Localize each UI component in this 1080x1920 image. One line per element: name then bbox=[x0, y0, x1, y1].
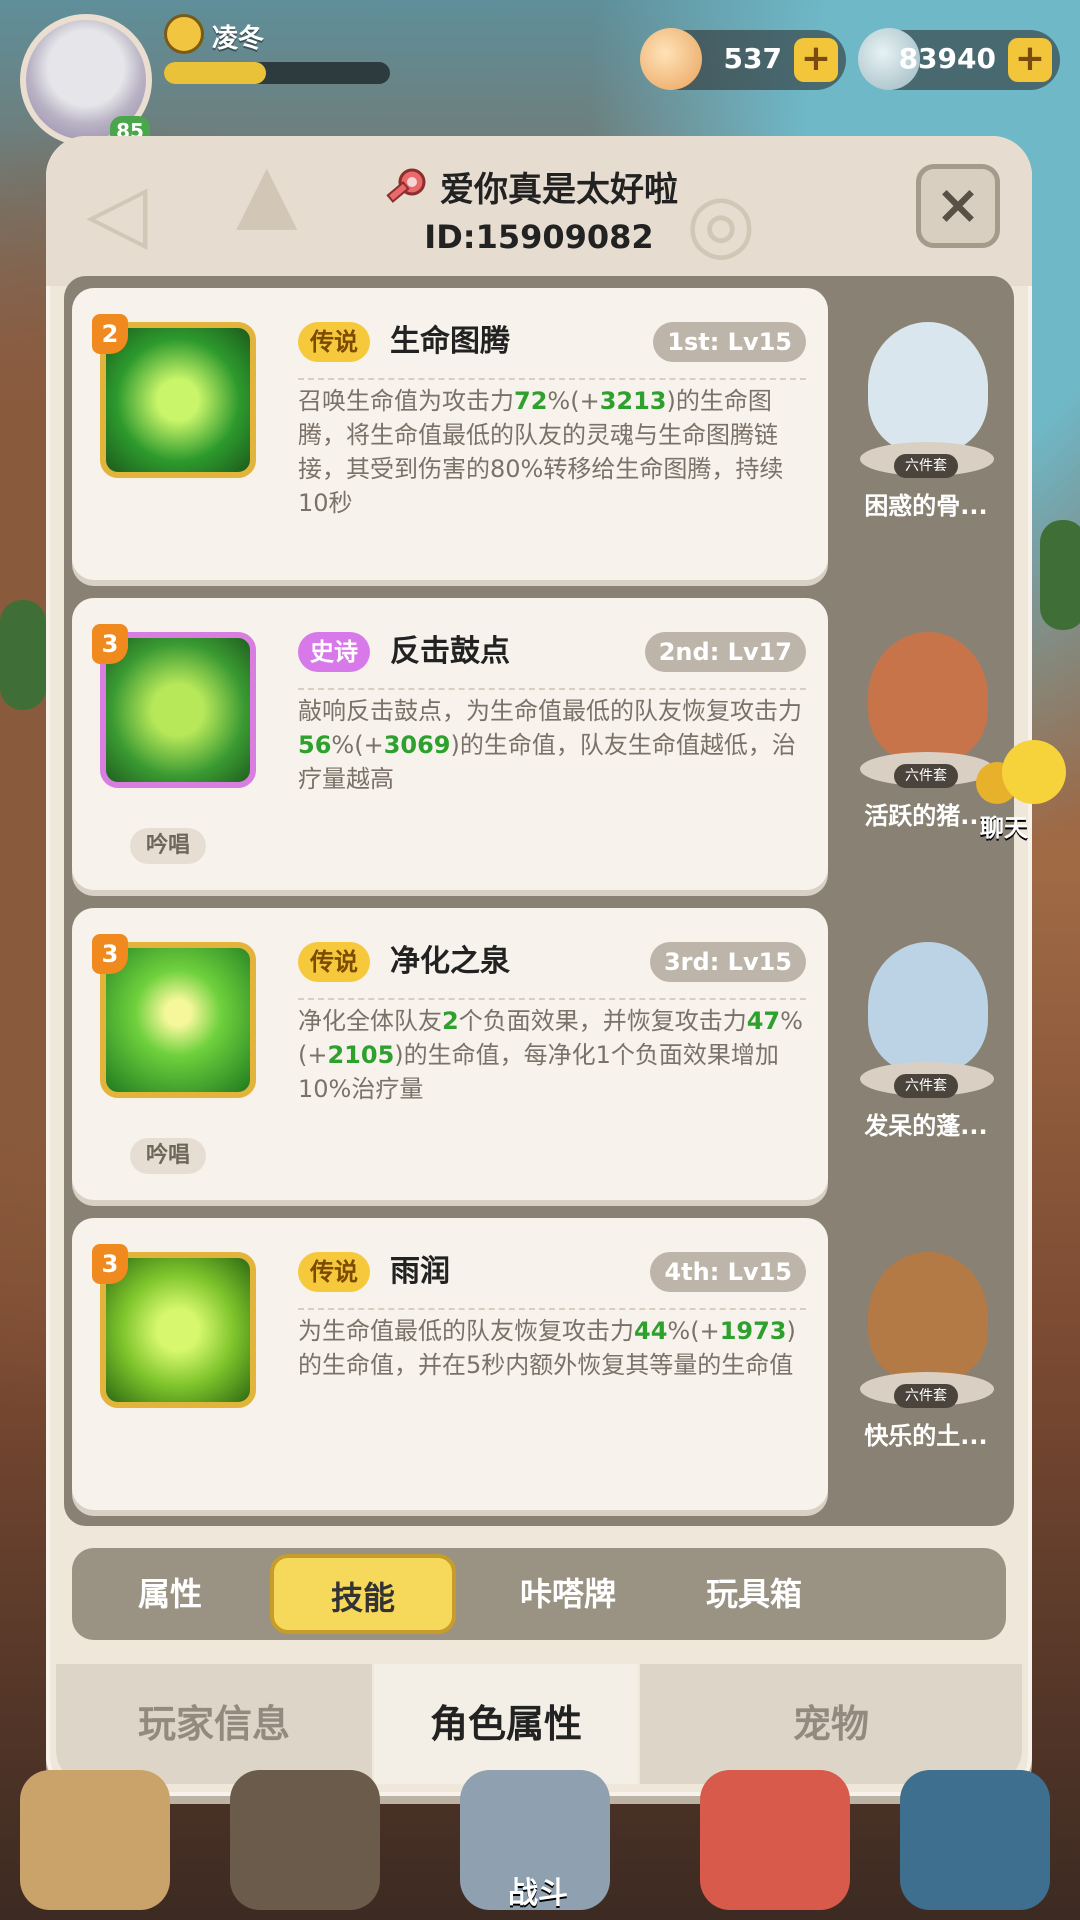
skill-rank-level: 3rd: Lv15 bbox=[649, 942, 806, 982]
skill-name: 反击鼓点 bbox=[390, 634, 510, 669]
divider bbox=[298, 998, 806, 1000]
pet-figure bbox=[868, 322, 988, 452]
chat-face-icon bbox=[1002, 740, 1066, 804]
skill-level-badge: 3 bbox=[92, 1244, 128, 1284]
player-avatar[interactable]: 85 bbox=[20, 14, 152, 146]
add-clam-button[interactable]: + bbox=[1008, 38, 1052, 82]
pet-slot[interactable]: 六件套发呆的蓬... bbox=[838, 912, 1014, 1184]
currency-shell: 537 + bbox=[640, 28, 846, 90]
top-bar: 85 凌冬 537 + 83940 + bbox=[0, 0, 1080, 146]
skill-description-text: 为生命值最低的队友恢复攻击力 bbox=[298, 1317, 634, 1345]
pet-set-tag: 六件套 bbox=[894, 1074, 958, 1098]
skill-description: 召唤生命值为攻击力72%(+3213)的生命图腾，将生命值最低的队友的灵魂与生命… bbox=[298, 384, 812, 520]
skill-value-highlight: 3213 bbox=[599, 387, 667, 415]
skill-value-highlight: 2 bbox=[442, 1007, 459, 1035]
pet-figure bbox=[868, 942, 988, 1072]
skill-category-tabs: 属性 技能 咔嗒牌 玩具箱 bbox=[72, 1548, 1006, 1640]
cactus-decoration bbox=[1040, 520, 1080, 630]
nav-character-1[interactable] bbox=[20, 1770, 170, 1910]
currency-clam-value: 83940 bbox=[898, 42, 996, 75]
chant-tag: 吟唱 bbox=[130, 1138, 207, 1174]
chat-label: 聊天 bbox=[980, 814, 1028, 842]
skill-card[interactable]: 3 传说 净化之泉 3rd: Lv15 净化全体队友2个负面效果，并恢复攻击力47%(+… bbox=[72, 908, 828, 1200]
divider bbox=[298, 378, 806, 380]
skill-level-badge: 2 bbox=[92, 314, 128, 354]
skill-value-highlight: 72 bbox=[514, 387, 548, 415]
skill-description-text: %(+ bbox=[547, 387, 600, 415]
pet-name: 困惑的骨... bbox=[864, 492, 988, 520]
skill-description-text: %(+ bbox=[331, 731, 384, 759]
pet-slot[interactable]: 六件套快乐的土... bbox=[838, 1222, 1014, 1494]
skill-rank-level: 1st: Lv15 bbox=[653, 322, 806, 362]
skill-description: 净化全体队友2个负面效果，并恢复攻击力47%(+2105)的生命值，每净化1个负… bbox=[298, 1004, 812, 1106]
player-xp-bar bbox=[164, 62, 390, 84]
pet-figure bbox=[868, 1252, 988, 1382]
skill-value-highlight: 2105 bbox=[327, 1041, 395, 1069]
skill-description-text: 个负面效果，并恢复攻击力 bbox=[458, 1007, 747, 1035]
divider bbox=[298, 688, 806, 690]
close-button[interactable]: × bbox=[916, 164, 1000, 248]
pet-figure bbox=[868, 632, 988, 762]
modal-title: 爱你真是太好啦 bbox=[440, 170, 678, 210]
skill-name: 净化之泉 bbox=[390, 944, 510, 979]
cactus-decoration bbox=[0, 600, 46, 710]
player-name: 凌冬 bbox=[212, 24, 265, 54]
pet-name: 快乐的土... bbox=[864, 1422, 988, 1450]
skill-rank-level: 2nd: Lv17 bbox=[644, 632, 806, 672]
tab-toybox[interactable]: 玩具箱 bbox=[658, 1548, 850, 1640]
skill-rank-level: 4th: Lv15 bbox=[650, 1252, 806, 1292]
currency-clam: 83940 + bbox=[858, 28, 1060, 90]
skill-value-highlight: 56 bbox=[298, 731, 332, 759]
rarity-badge: 传说 bbox=[298, 1252, 370, 1292]
pet-set-tag: 六件套 bbox=[894, 1384, 958, 1408]
tab-skills[interactable]: 技能 bbox=[270, 1554, 456, 1634]
emoji-face-icon bbox=[164, 14, 204, 54]
skill-description-text: 敲响反击鼓点，为生命值最低的队友恢复攻击力 bbox=[298, 697, 802, 725]
skill-description-text: %(+ bbox=[667, 1317, 720, 1345]
skill-level-badge: 3 bbox=[92, 934, 128, 974]
modal-header: ◁ ▲ ◎ 爱你真是太好啦 ID:15909082 × bbox=[46, 136, 1032, 286]
tab-attributes[interactable]: 属性 bbox=[74, 1548, 266, 1640]
pet-slot[interactable]: 六件套困惑的骨... bbox=[838, 292, 1014, 564]
skill-value-highlight: 1973 bbox=[719, 1317, 787, 1345]
skill-name: 生命图腾 bbox=[390, 324, 510, 359]
skill-card[interactable]: 3 传说 雨润 4th: Lv15 为生命值最低的队友恢复攻击力44%(+1973)的生… bbox=[72, 1218, 828, 1510]
skills-list: 2 传说 生命图腾 1st: Lv15 召唤生命值为攻击力72%(+3213)的生命图腾… bbox=[64, 276, 1014, 1526]
divider bbox=[298, 1308, 806, 1310]
skill-description: 为生命值最低的队友恢复攻击力44%(+1973)的生命值，并在5秒内额外恢复其等… bbox=[298, 1314, 812, 1382]
skill-value-highlight: 47 bbox=[746, 1007, 781, 1035]
skill-description-text: 净化全体队友 bbox=[298, 1007, 442, 1035]
pet-name: 发呆的蓬... bbox=[864, 1112, 988, 1140]
player-profile-modal: ◁ ▲ ◎ 爱你真是太好啦 ID:15909082 × 2 传说 生命图腾 1st: … bbox=[46, 136, 1032, 1796]
chat-button[interactable]: 聊天 bbox=[976, 740, 1066, 860]
rarity-badge: 传说 bbox=[298, 942, 370, 982]
battle-label: 战斗 bbox=[508, 1876, 568, 1911]
nav-building[interactable] bbox=[900, 1770, 1050, 1910]
skill-value-highlight: 44 bbox=[634, 1317, 668, 1345]
chant-tag: 吟唱 bbox=[130, 828, 207, 864]
add-shell-button[interactable]: + bbox=[794, 38, 838, 82]
player-id: ID:15909082 bbox=[424, 218, 654, 256]
skill-card[interactable]: 2 传说 生命图腾 1st: Lv15 召唤生命值为攻击力72%(+3213)的生命图腾… bbox=[72, 288, 828, 580]
tab-cards[interactable]: 咔嗒牌 bbox=[472, 1548, 664, 1640]
skill-name: 雨润 bbox=[390, 1254, 450, 1289]
rarity-badge: 传说 bbox=[298, 322, 370, 362]
skill-card[interactable]: 3 史诗 反击鼓点 2nd: Lv17 敲响反击鼓点，为生命值最低的队友恢复攻击力 56%… bbox=[72, 598, 828, 890]
skill-level-badge: 3 bbox=[92, 624, 128, 664]
nav-character-2[interactable] bbox=[230, 1770, 380, 1910]
shell-star-icon bbox=[640, 28, 702, 90]
skill-description: 敲响反击鼓点，为生命值最低的队友恢复攻击力56%(+3069)的生命值，队友生命… bbox=[298, 694, 812, 796]
pet-set-tag: 六件套 bbox=[894, 764, 958, 788]
currency-shell-value: 537 bbox=[723, 42, 782, 75]
pet-set-tag: 六件套 bbox=[894, 454, 958, 478]
skill-description-text: 召唤生命值为攻击力 bbox=[298, 387, 514, 415]
nav-character-3[interactable] bbox=[700, 1770, 850, 1910]
skill-value-highlight: 3069 bbox=[383, 731, 451, 759]
xp-fill bbox=[164, 62, 266, 84]
rarity-badge: 史诗 bbox=[298, 632, 370, 672]
